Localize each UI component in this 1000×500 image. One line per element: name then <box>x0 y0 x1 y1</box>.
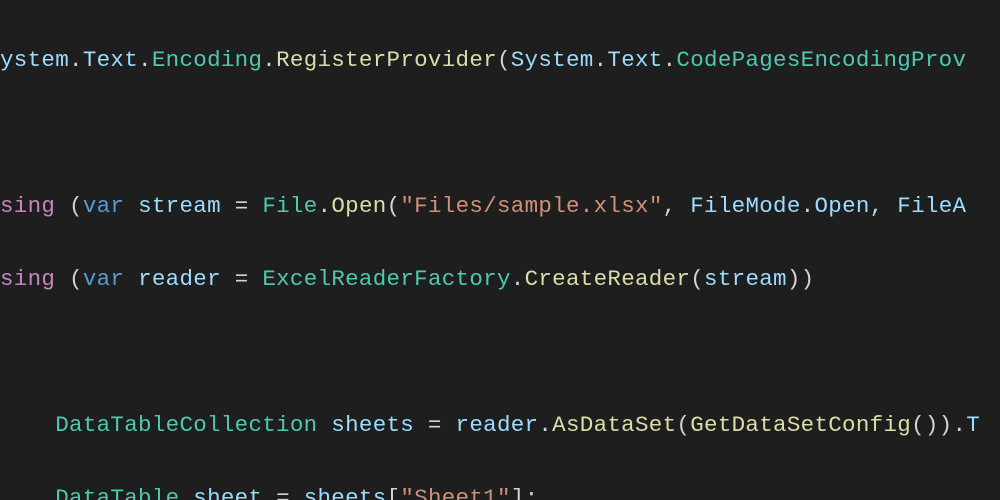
token: . <box>663 47 677 73</box>
token: FileMode <box>690 193 800 219</box>
token <box>179 485 193 500</box>
token: var <box>83 266 124 292</box>
token: . <box>69 47 83 73</box>
indent <box>0 485 55 500</box>
token: . <box>801 193 815 219</box>
token: sheets <box>331 412 414 438</box>
token <box>317 412 331 438</box>
token: )) <box>787 266 815 292</box>
token: Open <box>331 193 386 219</box>
token: ystem <box>0 47 69 73</box>
token: DataTableCollection <box>55 412 317 438</box>
token: ]; <box>511 485 539 500</box>
code-line: DataTable sheet = sheets["Sheet1"]; <box>0 480 1000 500</box>
token: . <box>594 47 608 73</box>
token: Text <box>83 47 138 73</box>
token: = <box>262 485 303 500</box>
token: Encoding <box>152 47 262 73</box>
token: . <box>262 47 276 73</box>
token: . <box>318 193 332 219</box>
token: CodePagesEncodingProv <box>676 47 966 73</box>
token: . <box>138 47 152 73</box>
token: sing <box>0 266 69 292</box>
token: ( <box>69 193 83 219</box>
token: CreateReader <box>525 266 691 292</box>
code-line: sing (var stream = File.Open("Files/samp… <box>0 188 1000 224</box>
token: ( <box>497 47 511 73</box>
token: ExcelReaderFactory <box>262 266 510 292</box>
token: stream <box>704 266 787 292</box>
token: AsDataSet <box>552 412 676 438</box>
token: RegisterProvider <box>276 47 497 73</box>
code-editor[interactable]: ystem.Text.Encoding.RegisterProvider(Sys… <box>0 0 1000 500</box>
token: . <box>511 266 525 292</box>
token: stream <box>138 193 221 219</box>
token: = <box>221 193 262 219</box>
token <box>124 266 138 292</box>
token: sing <box>0 193 69 219</box>
token: DataTable <box>55 485 179 500</box>
token: ( <box>387 193 401 219</box>
token: GetDataSetConfig <box>690 412 911 438</box>
token: sheets <box>304 485 387 500</box>
token: . <box>538 412 552 438</box>
token: = <box>414 412 455 438</box>
token: FileA <box>897 193 966 219</box>
token: System <box>511 47 594 73</box>
token: , <box>663 193 691 219</box>
token: sheet <box>193 485 262 500</box>
token: var <box>83 193 124 219</box>
token: Text <box>607 47 662 73</box>
token: ()). <box>911 412 966 438</box>
code-line <box>0 115 1000 151</box>
token: "Sheet1" <box>400 485 510 500</box>
indent <box>0 412 55 438</box>
code-line <box>0 334 1000 370</box>
token <box>124 193 138 219</box>
code-line: ystem.Text.Encoding.RegisterProvider(Sys… <box>0 42 1000 78</box>
token: reader <box>456 412 539 438</box>
token: , <box>870 193 898 219</box>
token: T <box>966 412 980 438</box>
token: = <box>221 266 262 292</box>
code-line: DataTableCollection sheets = reader.AsDa… <box>0 407 1000 443</box>
token: Open <box>814 193 869 219</box>
token: ( <box>676 412 690 438</box>
token: File <box>262 193 317 219</box>
token: [ <box>387 485 401 500</box>
token: reader <box>138 266 221 292</box>
token: "Files/sample.xlsx" <box>400 193 662 219</box>
token: ( <box>69 266 83 292</box>
code-line: sing (var reader = ExcelReaderFactory.Cr… <box>0 261 1000 297</box>
token: ( <box>690 266 704 292</box>
